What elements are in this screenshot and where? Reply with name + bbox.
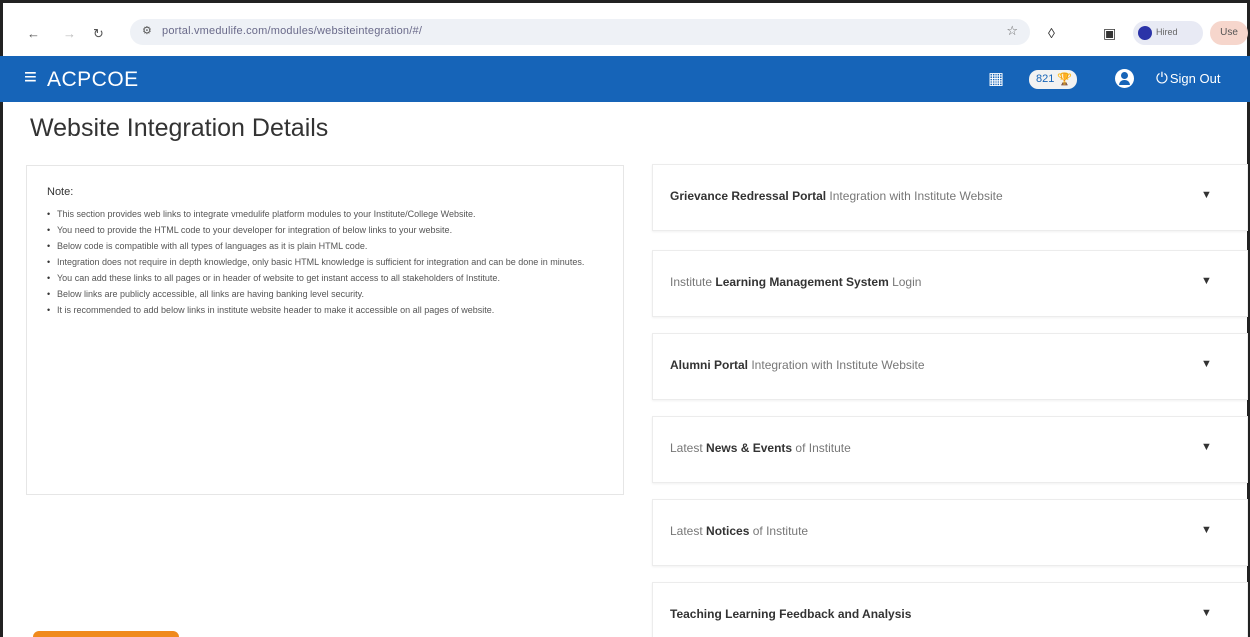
- accordion-lms-login[interactable]: Institute Learning Management System Log…: [652, 250, 1248, 317]
- page-title: Website Integration Details: [30, 114, 329, 142]
- list-item: Below links are publicly accessible, all…: [47, 288, 601, 301]
- user-icon[interactable]: [1115, 69, 1134, 88]
- reload-icon[interactable]: ↻: [93, 26, 104, 42]
- site-info-icon[interactable]: ⚙: [142, 24, 152, 37]
- sign-out-button[interactable]: ⏻ Sign Out: [1156, 70, 1220, 87]
- chevron-down-icon[interactable]: ▼: [1201, 607, 1212, 619]
- accordion-title: Grievance Redressal Portal Integration w…: [670, 189, 1003, 203]
- points-badge[interactable]: 821 🏆: [1029, 70, 1077, 89]
- brand-logo-text[interactable]: ACPCOE: [47, 68, 139, 92]
- accordion-alumni-portal[interactable]: Alumni Portal Integration with Institute…: [652, 333, 1248, 400]
- chevron-down-icon[interactable]: ▼: [1201, 524, 1212, 536]
- accordion-news-events[interactable]: Latest News & Events of Institute ▼: [652, 416, 1248, 483]
- points-value: 821: [1036, 73, 1055, 85]
- accordion-grievance-portal[interactable]: Grievance Redressal Portal Integration w…: [652, 164, 1248, 231]
- trophy-icon: 🏆: [1057, 72, 1072, 86]
- profile-button[interactable]: Hired: [1133, 21, 1203, 45]
- power-icon: ⏻: [1156, 70, 1168, 87]
- forward-icon[interactable]: →: [63, 26, 76, 41]
- back-icon[interactable]: ←: [27, 26, 40, 41]
- accordion-title: Alumni Portal Integration with Institute…: [670, 358, 925, 372]
- note-heading: Note:: [47, 186, 74, 198]
- accordion-title: Latest Notices of Institute: [670, 524, 809, 538]
- note-panel: Note: This section provides web links to…: [26, 165, 624, 495]
- list-item: Below code is compatible with all types …: [47, 240, 601, 253]
- chevron-down-icon[interactable]: ▼: [1201, 275, 1212, 287]
- extensions-icon[interactable]: ◊: [1048, 25, 1055, 41]
- accordion-title: Teaching Learning Feedback and Analysis: [670, 607, 912, 621]
- chevron-down-icon[interactable]: ▼: [1201, 441, 1212, 453]
- hamburger-icon[interactable]: ≡: [24, 66, 37, 88]
- list-item: You can add these links to all pages or …: [47, 272, 601, 285]
- apps-grid-icon[interactable]: ▦: [988, 69, 1004, 89]
- bottom-action-button[interactable]: [33, 631, 179, 637]
- accordion-notices[interactable]: Latest Notices of Institute ▼: [652, 499, 1248, 566]
- note-list: This section provides web links to integ…: [47, 208, 601, 317]
- sign-out-label: Sign Out: [1169, 71, 1221, 86]
- chevron-down-icon[interactable]: ▼: [1201, 189, 1212, 201]
- list-item: It is recommended to add below links in …: [47, 304, 601, 317]
- profile-avatar: [1138, 26, 1152, 40]
- chevron-down-icon[interactable]: ▼: [1201, 358, 1212, 370]
- browser-toolbar: ← → ↻ ⚙ portal.vmedulife.com/modules/web…: [0, 0, 1250, 56]
- accordion-title: Institute Learning Management System Log…: [670, 275, 922, 289]
- accordion-title: Latest News & Events of Institute: [670, 441, 851, 455]
- browser-menu-button[interactable]: Use: [1210, 21, 1248, 45]
- list-item: You need to provide the HTML code to you…: [47, 224, 601, 237]
- address-bar[interactable]: ⚙ portal.vmedulife.com/modules/websitein…: [130, 19, 1030, 45]
- app-header: ≡ ACPCOE ▦ 821 🏆 ⏻ Sign Out: [0, 56, 1250, 102]
- accordion-feedback-analysis[interactable]: Teaching Learning Feedback and Analysis …: [652, 582, 1248, 637]
- list-item: Integration does not require in depth kn…: [47, 256, 601, 269]
- url-text[interactable]: portal.vmedulife.com/modules/websiteinte…: [162, 25, 422, 37]
- profile-label: Hired: [1156, 27, 1178, 37]
- list-item: This section provides web links to integ…: [47, 208, 601, 221]
- bookmark-star-icon[interactable]: ☆: [1006, 23, 1018, 39]
- side-panel-icon[interactable]: ▣: [1103, 25, 1116, 42]
